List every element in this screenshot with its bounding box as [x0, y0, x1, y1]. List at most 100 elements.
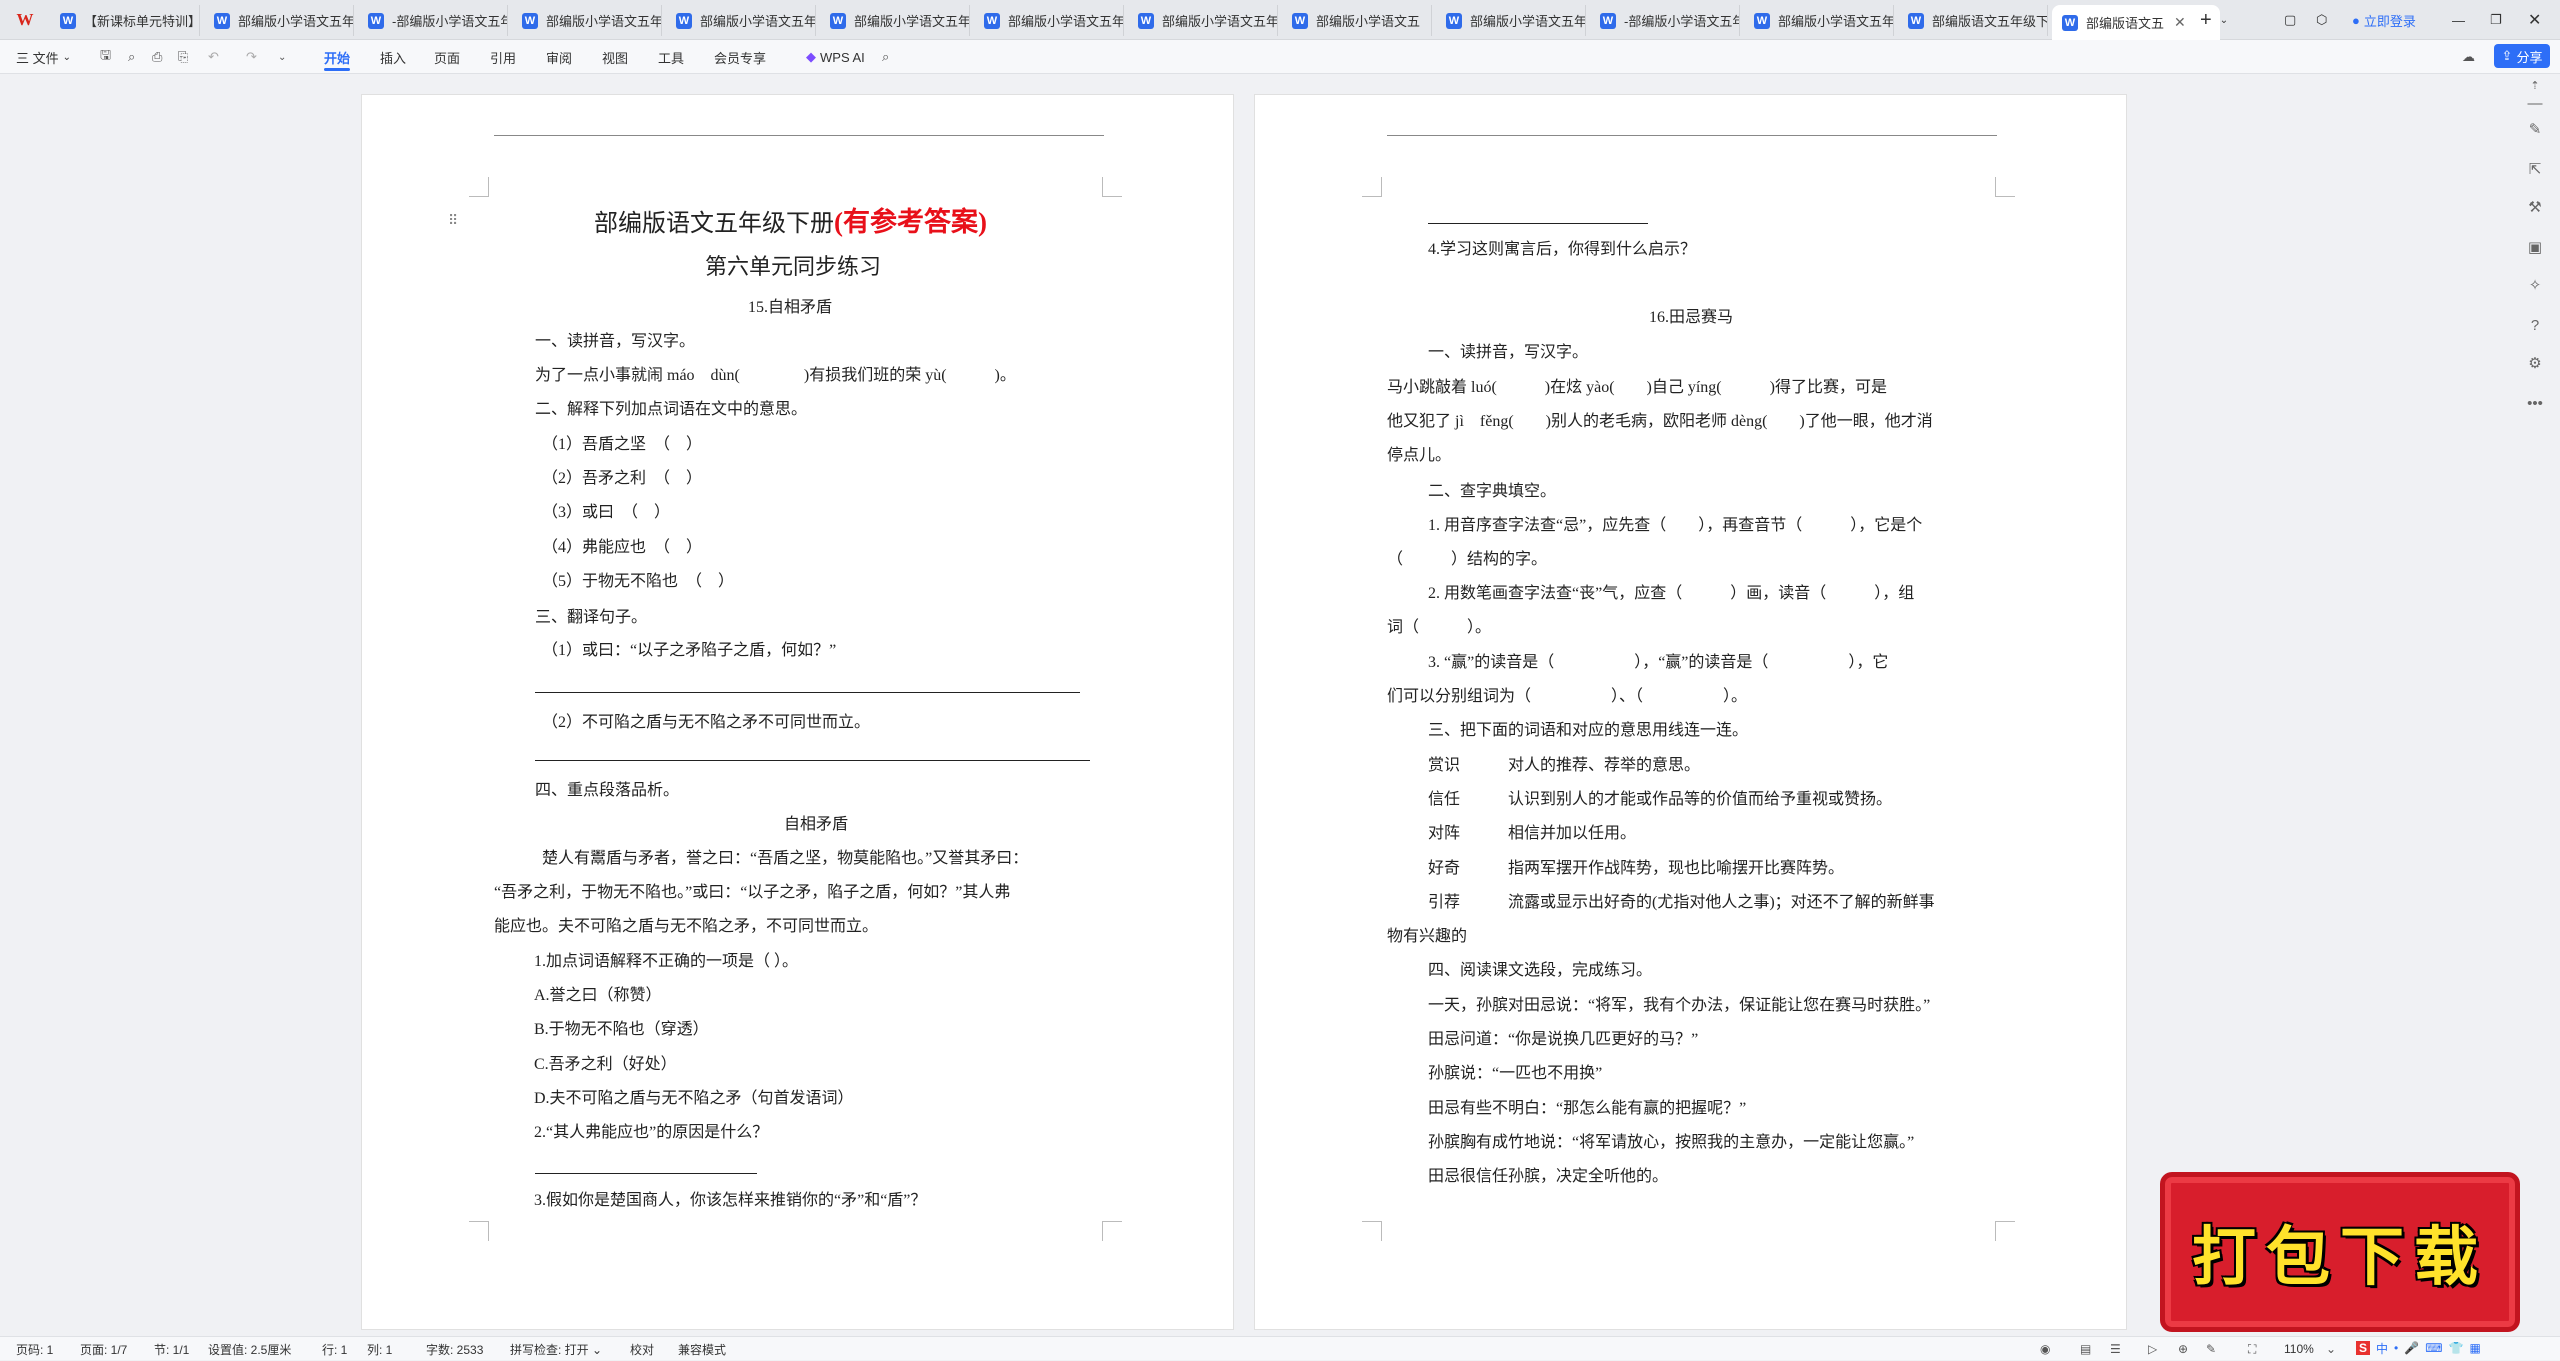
- close-tab-icon[interactable]: ✕: [2174, 14, 2186, 31]
- tab-document-1[interactable]: W 【新课标单元特训】: [50, 5, 200, 36]
- tab-document-7[interactable]: W 部编版小学语文五年: [974, 5, 1124, 36]
- file-menu-button[interactable]: 三 文件 ⌄: [16, 40, 71, 74]
- eye-icon[interactable]: ◉: [2040, 1337, 2050, 1361]
- tab-document-12[interactable]: W 部编版小学语文五年: [1744, 5, 1894, 36]
- tab-label: 部编版语文五: [2086, 16, 2165, 31]
- right-text-line: 2. 用数笔画查字法查“丧”气，应查（ ）画，读音（ ），组: [1428, 585, 1915, 602]
- search-icon[interactable]: ⌕: [882, 40, 889, 74]
- left-text-line: 为了一点小事就闹 máo dùn( )有损我们班的荣 yù( )。: [535, 367, 1016, 384]
- answer-line: [1428, 223, 1648, 224]
- close-tab-icon[interactable]: ✕: [1430, 12, 1431, 29]
- share-button[interactable]: ⇪ 分享: [2494, 44, 2550, 68]
- left-text-line: （5）于物无不陷也 （ ）: [542, 573, 735, 590]
- status-item-7: 字数: 2533: [426, 1342, 484, 1357]
- menu-tab-1[interactable]: 开始: [324, 40, 351, 74]
- tab-document-10[interactable]: W 部编版小学语文五年: [1436, 5, 1586, 36]
- menu-tab-4[interactable]: 引用: [490, 40, 516, 74]
- help-icon[interactable]: ?: [2525, 316, 2545, 336]
- user-icon: ●: [2352, 12, 2360, 28]
- cloud-sync-icon[interactable]: ☁: [2462, 40, 2475, 74]
- right-text-line: 一天，孙膑对田忌说：“将军，我有个办法，保证能让您在赛马时获胜。”: [1428, 997, 1931, 1014]
- right-text-line: 3. “赢”的读音是（ ），“赢”的读音是（ ），它: [1428, 654, 1889, 671]
- title-main: 部编版语文五年级下册: [594, 211, 834, 237]
- redo-icon[interactable]: ↷: [246, 40, 257, 74]
- status-item-6: 列: 1: [367, 1342, 393, 1357]
- chevron-down-icon: ⌄: [62, 51, 72, 63]
- right-text-line: 田忌问道：“你是说换几匹更好的马？”: [1428, 1031, 1699, 1048]
- wps-logo-icon[interactable]: W: [14, 9, 36, 31]
- collapse-icon[interactable]: ⇡: [2525, 76, 2545, 96]
- pen-icon[interactable]: ✎: [2525, 120, 2545, 140]
- tab-new-button[interactable]: + ⌄: [2200, 0, 2228, 40]
- answer-line: [535, 760, 1090, 761]
- right-text-line: 信任 认识到别人的才能或作品等的价值而给予重视或赞扬。: [1428, 791, 1893, 808]
- web-view-icon[interactable]: ⊕: [2178, 1337, 2188, 1361]
- tab-document-6[interactable]: W 部编版小学语文五年: [820, 5, 970, 36]
- minus-icon[interactable]: —: [2525, 94, 2545, 114]
- right-text-line: 田忌很信任孙膑，决定全听他的。: [1428, 1168, 1669, 1185]
- tools-icon[interactable]: ⚒: [2525, 198, 2545, 218]
- cube-icon[interactable]: ⬡: [2316, 0, 2327, 40]
- ime-toolbar[interactable]: S 中 • 🎤 ⌨ 👕 ▦: [2356, 1338, 2506, 1358]
- right-text-line: （ ）结构的字。: [1387, 551, 1548, 568]
- status-item-8[interactable]: 拼写检查: 打开 ⌄: [510, 1337, 602, 1361]
- window-tiles-icon[interactable]: ▢: [2284, 0, 2296, 40]
- login-button[interactable]: ● 立即登录: [2352, 0, 2416, 40]
- document-page-left[interactable]: 部编版语文五年级下册(有参考答案) 第六单元同步练习 15.自相矛盾 一、读拼音…: [361, 94, 1234, 1330]
- document-page-right[interactable]: 4.学习这则寓言后，你得到什么启示？ 16.田忌赛马 一、读拼音，写汉字。 马小跳敲着…: [1254, 94, 2127, 1330]
- tab-document-2[interactable]: W 部编版小学语文五年: [204, 5, 354, 36]
- status-item-9[interactable]: 校对: [630, 1337, 654, 1361]
- fit-page-icon[interactable]: ⛶: [2248, 1337, 2256, 1361]
- wps-writer-icon: W: [214, 12, 230, 29]
- menu-tab-5[interactable]: 审阅: [546, 40, 572, 74]
- save-icon[interactable]: 🖫: [100, 40, 111, 74]
- tab-document-9[interactable]: W 部编版小学语文五 ✕: [1282, 5, 1432, 36]
- find-icon[interactable]: ⌕: [128, 40, 135, 74]
- pen-mode-icon[interactable]: ✎: [2206, 1337, 2216, 1361]
- tab-label: -部编版小学语文五年: [1624, 14, 1740, 29]
- drag-handle-icon[interactable]: ⠿: [448, 212, 458, 229]
- download-package-banner[interactable]: 打包下载: [2160, 1172, 2520, 1332]
- restore-icon[interactable]: ❐: [2490, 0, 2502, 40]
- tab-document-3[interactable]: W -部编版小学语文五年: [358, 5, 508, 36]
- more-icon[interactable]: •••: [2525, 394, 2545, 414]
- wps-writer-icon: W: [1754, 12, 1770, 29]
- zoom-level[interactable]: 110%: [2284, 1337, 2314, 1361]
- status-item-4: 设置值: 2.5厘米: [208, 1342, 292, 1357]
- print-icon[interactable]: ⎙: [152, 40, 162, 74]
- play-icon[interactable]: ▷: [2148, 1337, 2157, 1361]
- tab-document-14[interactable]: W 部编版语文五 ✕: [2052, 5, 2220, 40]
- right-text-line: 二、查字典填空。: [1428, 483, 1557, 500]
- magic-icon[interactable]: ✧: [2525, 276, 2545, 296]
- print-preview-icon[interactable]: ⎘: [178, 40, 188, 74]
- wps-ai-button[interactable]: ◆ WPS AI: [806, 40, 865, 74]
- tab-document-4[interactable]: W 部编版小学语文五年: [512, 5, 662, 36]
- image-icon[interactable]: ▣: [2525, 238, 2545, 258]
- tab-document-13[interactable]: W 部编版语文五年级下: [1898, 5, 2048, 36]
- tab-document-8[interactable]: W 部编版小学语文五年: [1128, 5, 1278, 36]
- new-tab-icon[interactable]: +: [2200, 9, 2212, 32]
- menu-tab-6[interactable]: 视图: [602, 40, 628, 74]
- keyboard-icon: ⌨: [2425, 1341, 2443, 1355]
- tab-document-11[interactable]: W -部编版小学语文五年: [1590, 5, 1740, 36]
- menu-tab-2[interactable]: 插入: [380, 40, 406, 74]
- page-view-icon[interactable]: ▤: [2080, 1337, 2091, 1361]
- settings-icon[interactable]: ⚙: [2525, 354, 2545, 374]
- menu-tab-7[interactable]: 工具: [658, 40, 684, 74]
- close-window-icon[interactable]: ✕: [2528, 0, 2541, 40]
- zoom-chevron-icon[interactable]: ⌄: [2326, 1337, 2336, 1361]
- menu-tab-3[interactable]: 页面: [434, 40, 460, 74]
- left-text-line: A.誉之曰（称赞）: [534, 987, 662, 1004]
- menu-tab-8[interactable]: 会员专享: [714, 40, 766, 74]
- status-item-1: 页码: 1: [16, 1342, 54, 1357]
- tab-list-chevron-icon[interactable]: ⌄: [2220, 15, 2228, 26]
- margin-corner: [1102, 1221, 1122, 1241]
- more-chevron-icon[interactable]: ⌄: [278, 40, 286, 74]
- tab-document-5[interactable]: W 部编版小学语文五年: [666, 5, 816, 36]
- ai-spark-icon: ◆: [806, 49, 816, 64]
- minimize-icon[interactable]: —: [2452, 0, 2465, 40]
- right-text-line: 孙膑说：“一匹也不用换”: [1428, 1065, 1603, 1082]
- select-icon[interactable]: ⇱: [2525, 160, 2545, 180]
- outline-view-icon[interactable]: ☰: [2110, 1337, 2121, 1361]
- undo-icon[interactable]: ↶: [208, 40, 219, 74]
